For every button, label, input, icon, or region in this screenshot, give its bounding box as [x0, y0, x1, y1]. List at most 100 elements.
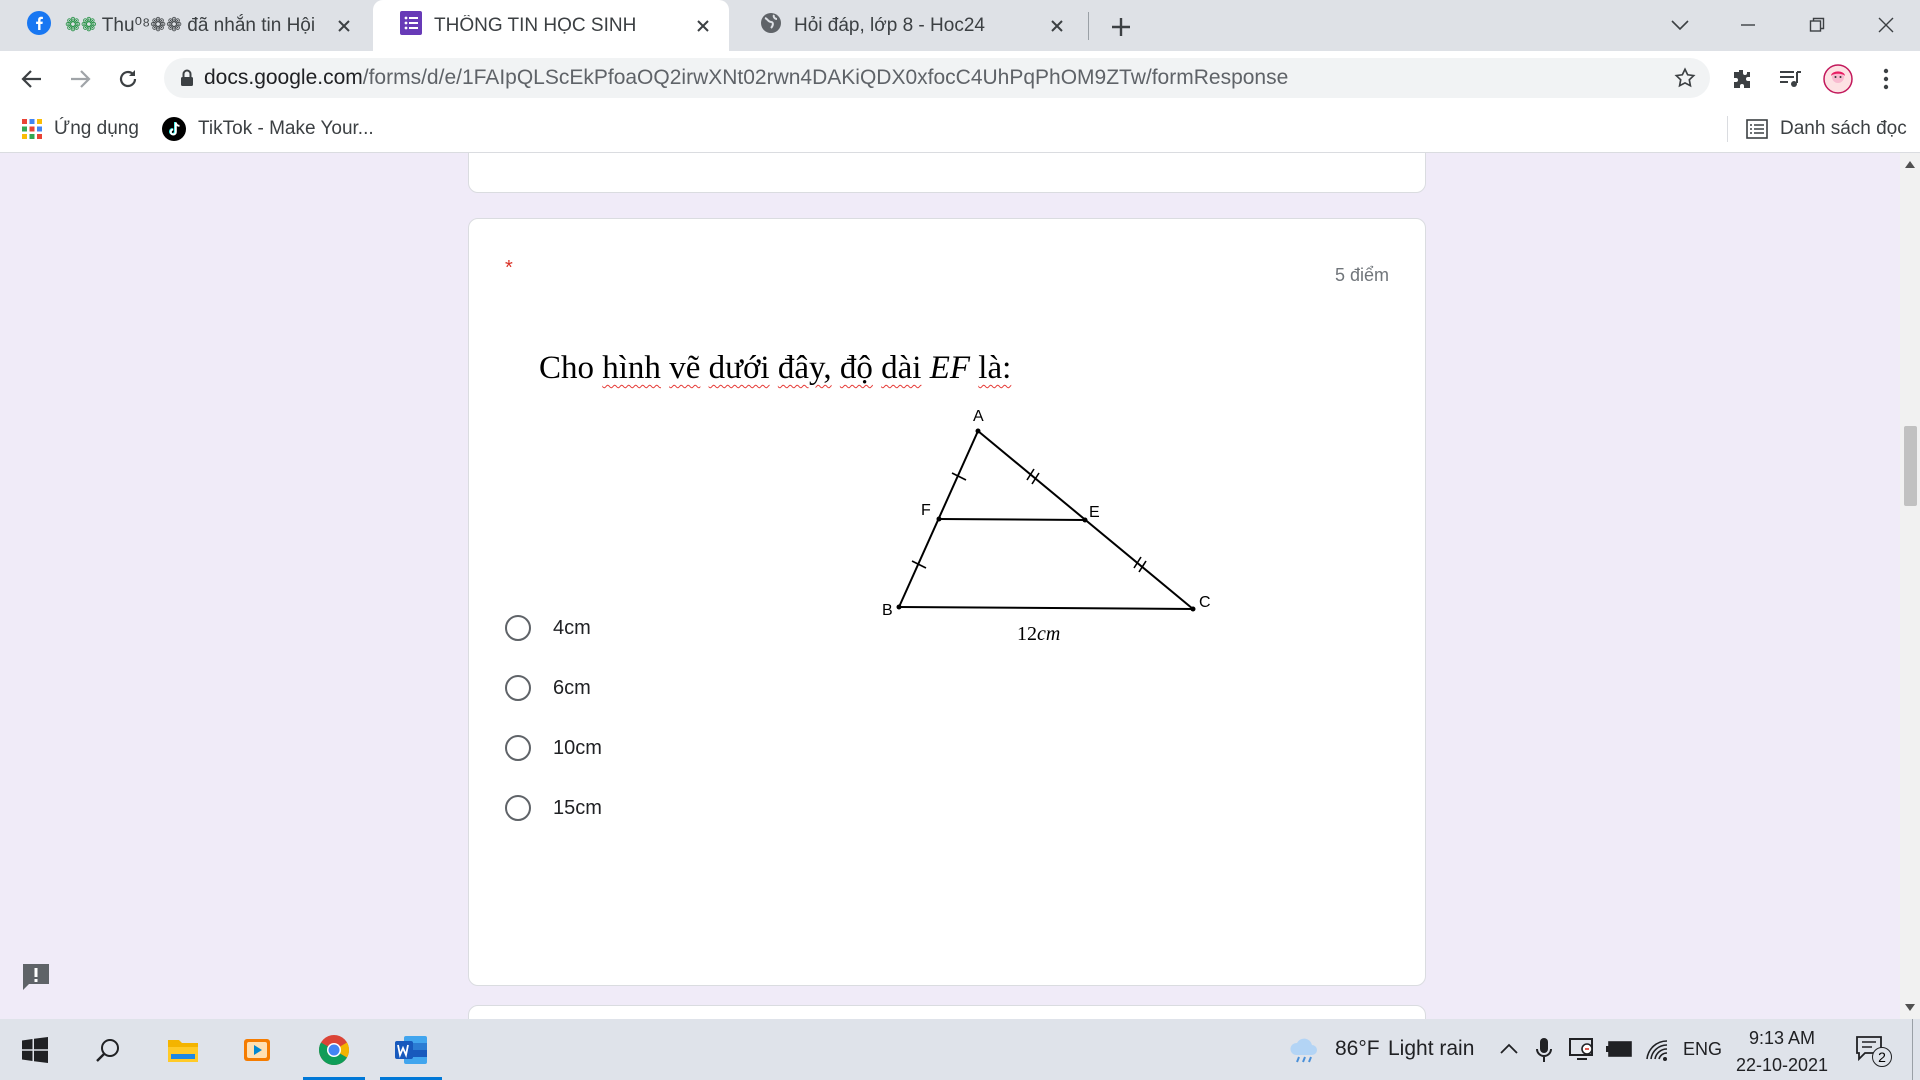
google-forms-icon: [400, 10, 422, 41]
scroll-down-icon[interactable]: [1904, 1001, 1916, 1013]
battery-icon[interactable]: [1606, 1041, 1632, 1057]
radio-button[interactable]: [505, 615, 531, 641]
scroll-up-icon[interactable]: [1904, 158, 1916, 170]
wifi-icon[interactable]: [1645, 1039, 1669, 1061]
forward-button[interactable]: [64, 63, 96, 95]
bookmark-apps[interactable]: Ứng dụng: [22, 114, 139, 144]
bookmark-label: TikTok - Make Your...: [198, 118, 374, 139]
notification-center-icon[interactable]: 2: [1856, 1035, 1892, 1067]
radio-button[interactable]: [505, 675, 531, 701]
microphone-icon[interactable]: [1536, 1037, 1552, 1063]
tab-divider: [1088, 12, 1089, 40]
bookmark-star-icon[interactable]: [1674, 67, 1696, 89]
tab-strip: ❁❁ Thu⁰⁸❁❁ đã nhắn tin Hội THÔNG TIN HỌC…: [0, 0, 1920, 51]
question-text: Cho hình vẽ dưới đây, độ dài EF là:: [539, 350, 1012, 386]
tab-facebook[interactable]: ❁❁ Thu⁰⁸❁❁ đã nhắn tin Hội: [0, 0, 370, 51]
radio-button[interactable]: [505, 795, 531, 821]
file-explorer-icon[interactable]: [148, 1019, 218, 1080]
next-question-card: [468, 1005, 1426, 1019]
tab-search-chevron-icon[interactable]: [1660, 8, 1700, 42]
page-scrollbar[interactable]: [1900, 153, 1920, 1019]
reading-list-button[interactable]: Danh sách đọc: [1746, 114, 1907, 144]
clock-date: 22-10-2021: [1735, 1055, 1829, 1075]
restore-icon[interactable]: [1797, 8, 1837, 42]
chrome-menu-icon[interactable]: [1870, 63, 1902, 95]
bookmarks-divider: [1727, 116, 1728, 142]
option-label: 15cm: [553, 796, 602, 819]
option-10cm[interactable]: 10cm: [505, 728, 602, 768]
tab-title-facebook: Thu⁰⁸❁❁ đã nhắn tin Hội: [101, 15, 316, 36]
search-icon[interactable]: [73, 1019, 143, 1080]
tab-thong-tin-hoc-sinh[interactable]: THÔNG TIN HỌC SINH: [373, 0, 729, 51]
bookmark-label: Ứng dụng: [54, 118, 139, 139]
label-e: E: [1089, 504, 1100, 521]
point-e: [1082, 517, 1088, 523]
weather-cloud-rain-icon[interactable]: [1288, 1037, 1320, 1063]
browser-toolbar: docs.google.com/forms/d/e/1FAIpQLScEkPfo…: [0, 51, 1920, 106]
new-tab-button[interactable]: [1106, 12, 1136, 42]
minimize-icon[interactable]: [1728, 8, 1768, 42]
weather-description[interactable]: Light rain: [1388, 1037, 1474, 1061]
lock-icon: [180, 69, 194, 87]
url-text: docs.google.com/forms/d/e/1FAIpQLScEkPfo…: [204, 66, 1289, 89]
show-hidden-icons-chevron-icon[interactable]: [1500, 1043, 1518, 1055]
system-clock[interactable]: 9:13 AM 22-10-2021: [1724, 1025, 1840, 1079]
profile-avatar[interactable]: [1822, 63, 1854, 95]
option-6cm[interactable]: 6cm: [505, 668, 591, 708]
facebook-icon: [27, 10, 51, 41]
extensions-puzzle-icon[interactable]: [1726, 63, 1758, 95]
close-tab-icon[interactable]: [691, 14, 715, 38]
display-sync-icon[interactable]: [1569, 1037, 1595, 1061]
side-bc: [898, 606, 1194, 610]
close-tab-icon[interactable]: [332, 14, 356, 38]
double-tick-ae-2: [1031, 472, 1040, 485]
apps-grid-icon: [22, 119, 42, 139]
segment-fe: [938, 518, 1086, 521]
media-player-icon[interactable]: [222, 1019, 292, 1080]
clover-emoji-icon: ❁❁: [65, 15, 97, 36]
point-f: [936, 516, 942, 522]
question-card: * 5 điểm Cho hình vẽ dưới đây, độ dài EF…: [468, 218, 1426, 986]
option-15cm[interactable]: 15cm: [505, 788, 602, 828]
scroll-thumb[interactable]: [1904, 426, 1917, 506]
reading-list-icon: [1746, 119, 1768, 139]
close-tab-icon[interactable]: [1045, 14, 1069, 38]
option-label: 4cm: [553, 616, 591, 639]
label-c: C: [1199, 594, 1211, 611]
address-bar[interactable]: docs.google.com/forms/d/e/1FAIpQLScEkPfo…: [164, 58, 1710, 98]
point-a: [975, 428, 981, 434]
tab-hoc24[interactable]: Hỏi đáp, lớp 8 - Hoc24: [733, 0, 1083, 51]
option-4cm[interactable]: 4cm: [505, 608, 591, 648]
chrome-icon[interactable]: [299, 1019, 369, 1080]
question-points: 5 điểm: [1334, 265, 1389, 285]
radio-button[interactable]: [505, 735, 531, 761]
notification-count-badge: 2: [1872, 1047, 1892, 1067]
label-b: B: [882, 602, 893, 619]
clock-time: 9:13 AM: [1748, 1028, 1816, 1048]
double-tick-ae-1: [1026, 468, 1035, 481]
show-desktop-button[interactable]: [1912, 1019, 1913, 1080]
bookmark-tiktok[interactable]: TikTok - Make Your...: [162, 114, 374, 144]
close-window-icon[interactable]: [1866, 8, 1906, 42]
label-base-length: 12cm: [1017, 623, 1060, 645]
point-c: [1190, 606, 1196, 612]
report-feedback-icon[interactable]: [20, 961, 52, 993]
windows-taskbar: 86°F Light rain ENG 9:13 AM 22-10-2021 2: [0, 1019, 1920, 1080]
word-icon[interactable]: [376, 1019, 446, 1080]
media-queue-icon[interactable]: [1774, 63, 1806, 95]
tab-title-forms: THÔNG TIN HỌC SINH: [434, 14, 637, 36]
input-language[interactable]: ENG: [1683, 1039, 1722, 1060]
option-label: 10cm: [553, 736, 602, 759]
windows-start-icon[interactable]: [0, 1019, 70, 1080]
back-button[interactable]: [16, 63, 48, 95]
point-b: [896, 604, 902, 610]
tiktok-icon: [162, 117, 186, 141]
previous-question-card: [468, 153, 1426, 193]
reading-list-label: Danh sách đọc: [1780, 118, 1907, 139]
label-f: F: [921, 502, 931, 519]
reload-button[interactable]: [112, 63, 144, 95]
weather-temperature[interactable]: 86°F: [1335, 1037, 1380, 1061]
bookmarks-bar: Ứng dụng TikTok - Make Your... Danh sách…: [0, 106, 1920, 153]
tab-title-hoc24: Hỏi đáp, lớp 8 - Hoc24: [794, 14, 985, 36]
triangle-figure: A B C E F 12cm: [882, 408, 1211, 645]
